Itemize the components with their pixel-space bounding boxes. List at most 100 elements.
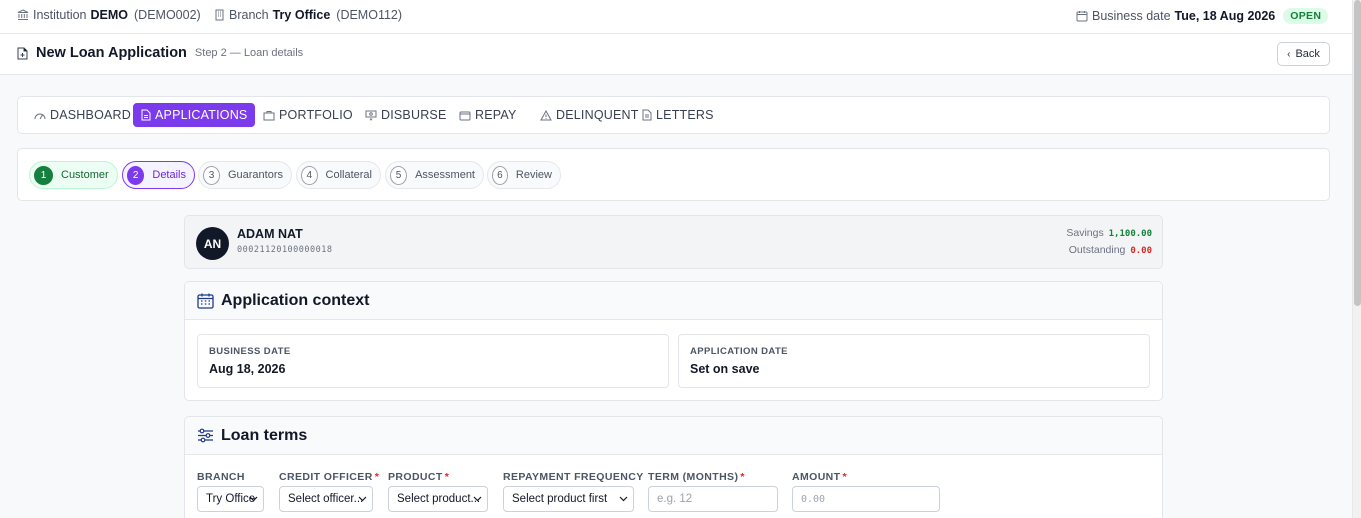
step-guarantors[interactable]: 3 Guarantors — [198, 161, 292, 189]
tab-label: DASHBOARD — [50, 108, 131, 122]
bank-icon — [17, 9, 33, 21]
business-date-value: Tue, 18 Aug 2026 — [1174, 9, 1276, 23]
savings-label: Savings — [1066, 227, 1104, 239]
tab-label: APPLICATIONS — [155, 108, 248, 122]
repayment-frequency-select[interactable]: Select product first — [503, 486, 634, 512]
top-bar: Institution DEMO (DEMO002) Branch Try Of… — [0, 0, 1352, 34]
cash-icon — [365, 110, 381, 121]
credit-officer-select[interactable]: Select officer... — [279, 486, 373, 512]
scrollbar-thumb[interactable] — [1354, 0, 1361, 306]
product-select[interactable]: Select product... — [388, 486, 488, 512]
tab-delinquent[interactable]: DELINQUENT — [532, 103, 647, 127]
step-number: 6 — [492, 165, 508, 185]
branch-code: (DEMO112) — [336, 8, 403, 22]
back-button[interactable]: ‹ Back — [1277, 42, 1330, 66]
page-title: New Loan Application — [36, 45, 187, 61]
customer-account-number: 00021120100000018 — [237, 245, 333, 255]
card-title: Loan terms — [221, 426, 308, 444]
step-collateral[interactable]: 4 Collateral — [296, 161, 381, 189]
tab-label: DELINQUENT — [556, 108, 639, 122]
branch-name: Try Office — [272, 8, 331, 22]
briefcase-icon — [263, 110, 279, 121]
tab-label: REPAY — [475, 108, 517, 122]
branch-select[interactable]: Try Office — [197, 486, 264, 512]
card-header: Loan terms — [185, 417, 1162, 455]
step-label: Collateral — [325, 169, 372, 181]
tab-label: PORTFOLIO — [279, 108, 353, 122]
loan-terms-card: Loan terms BRANCH Try Office CREDIT OFFI… — [184, 416, 1163, 518]
document-icon — [17, 47, 36, 60]
outstanding-value: 0.00 — [1130, 246, 1152, 256]
institution-info: Institution DEMO (DEMO002) — [17, 8, 201, 22]
branch-label: BRANCH — [197, 471, 245, 483]
scrollbar[interactable] — [1352, 0, 1361, 518]
step-review[interactable]: 6 Review — [487, 161, 561, 189]
business-date-value: Aug 18, 2026 — [209, 362, 286, 376]
tab-applications[interactable]: APPLICATIONS — [133, 103, 256, 127]
wizard-stepper: 1 Customer 2 Details 3 Guarantors 4 Coll… — [17, 148, 1330, 201]
application-date-box: APPLICATION DATE Set on save — [678, 334, 1150, 388]
business-date-label: Business date — [1092, 9, 1171, 23]
step-customer[interactable]: 1 Customer — [29, 161, 118, 189]
tab-label: LETTERS — [656, 108, 714, 122]
step-label: Assessment — [415, 169, 475, 181]
amount-input[interactable]: 0.00 — [792, 486, 940, 512]
outstanding-label: Outstanding — [1068, 244, 1126, 256]
institution-name: DEMO — [90, 8, 129, 22]
chevron-down-icon — [358, 496, 367, 502]
institution-label: Institution — [33, 8, 87, 22]
card-header: Application context — [185, 282, 1162, 320]
module-nav: DASHBOARD APPLICATIONS PORTFOLIO DISBURS… — [17, 96, 1330, 134]
customer-summary-card: AN ADAM NAT 00021120100000018 Savings 1,… — [184, 215, 1163, 269]
step-number: 3 — [203, 165, 220, 185]
step-label: Review — [515, 169, 552, 181]
outstanding-balance: Outstanding 0.00 — [1069, 244, 1152, 256]
letter-icon — [642, 109, 656, 121]
step-label: Customer — [61, 169, 109, 181]
branch-label: Branch — [229, 8, 269, 22]
chevron-down-icon — [473, 496, 482, 502]
document-icon — [141, 109, 155, 121]
step-number: 2 — [127, 165, 145, 185]
application-context-card: Application context BUSINESS DATE Aug 18… — [184, 281, 1163, 401]
product-label: PRODUCT * — [388, 471, 450, 483]
warning-icon — [540, 109, 556, 121]
step-label: Details — [152, 169, 186, 181]
term-input[interactable]: e.g. 12 — [648, 486, 778, 512]
calendar-icon — [1076, 10, 1092, 22]
status-badge: OPEN — [1283, 8, 1329, 24]
page-title-group: New Loan Application Step 2 — Loan detai… — [17, 45, 303, 61]
tab-repay[interactable]: REPAY — [451, 103, 525, 127]
business-date-info: Business date Tue, 18 Aug 2026 OPEN — [1076, 8, 1329, 24]
branch-info: Branch Try Office (DEMO112) — [214, 8, 402, 22]
step-assessment[interactable]: 5 Assessment — [385, 161, 484, 189]
customer-name: ADAM NAT — [237, 227, 303, 241]
credit-officer-label: CREDIT OFFICER * — [279, 471, 380, 483]
page-header: New Loan Application Step 2 — Loan detai… — [0, 34, 1352, 75]
application-date-label: APPLICATION DATE — [690, 346, 788, 357]
tab-letters[interactable]: LETTERS — [634, 103, 722, 127]
business-date-box: BUSINESS DATE Aug 18, 2026 — [197, 334, 669, 388]
sliders-icon — [197, 428, 221, 443]
building-icon — [214, 9, 229, 21]
repayment-frequency-label: REPAYMENT FREQUENCY — [503, 471, 644, 483]
savings-balance: Savings 1,100.00 — [1066, 227, 1152, 239]
step-number: 1 — [34, 165, 53, 185]
avatar: AN — [196, 227, 229, 260]
chevron-down-icon — [249, 496, 258, 502]
tab-disburse[interactable]: DISBURSE — [357, 103, 455, 127]
tab-portfolio[interactable]: PORTFOLIO — [255, 103, 361, 127]
chevron-down-icon — [619, 496, 628, 502]
step-number: 4 — [301, 165, 318, 185]
term-label: TERM (MONTHS) * — [648, 471, 745, 483]
step-details[interactable]: 2 Details — [122, 161, 195, 189]
tab-dashboard[interactable]: DASHBOARD — [26, 103, 139, 127]
calendar-icon — [197, 293, 221, 309]
wallet-icon — [459, 110, 475, 121]
chevron-left-icon: ‹ — [1287, 48, 1291, 60]
business-date-label: BUSINESS DATE — [209, 346, 291, 357]
back-label: Back — [1295, 48, 1320, 60]
tab-label: DISBURSE — [381, 108, 447, 122]
application-date-value: Set on save — [690, 362, 760, 376]
card-title: Application context — [221, 291, 370, 309]
